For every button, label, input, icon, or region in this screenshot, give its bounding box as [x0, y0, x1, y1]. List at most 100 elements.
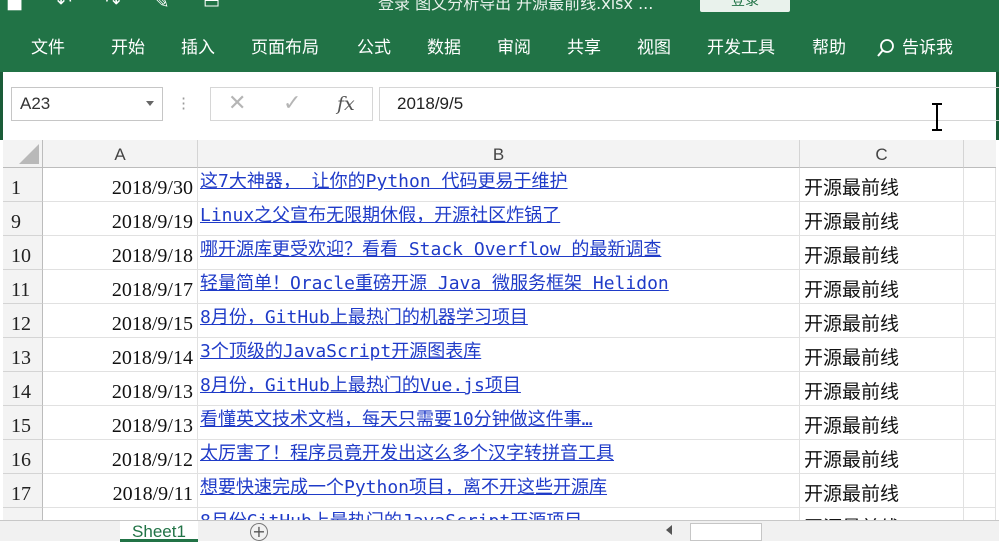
source-cell[interactable]: 开源最前线	[800, 508, 964, 520]
title-link-cell[interactable]: 太厉害了！程序员竟开发出这么多个汉字转拼音工具	[198, 440, 800, 474]
title-link-cell[interactable]: 8月份，GitHub上最热门的Vue.js项目	[198, 372, 800, 406]
row-header[interactable]: 14	[3, 372, 43, 406]
formula-input[interactable]: 2018/9/5	[379, 87, 999, 121]
title-link-cell[interactable]: 看懂英文技术文档，每天只需要10分钟做这件事…	[198, 406, 800, 440]
title-link-cell[interactable]: Linux之父宣布无限期休假，开源社区炸锅了	[198, 202, 800, 236]
tab-review[interactable]: 审阅	[493, 18, 535, 72]
row-header[interactable]: 9	[3, 202, 43, 236]
empty-cell[interactable]	[964, 202, 996, 236]
title-bar: ■ ↶ ↷ ✎ ▭ 登录 图文分析导出 开源最前线.xlsx ... 登录	[0, 0, 999, 18]
source-cell[interactable]: 开源最前线	[800, 440, 964, 474]
title-link-cell[interactable]: 想要快速完成一个Python项目，离不开这些开源库	[198, 474, 800, 508]
source-cell[interactable]: 开源最前线	[800, 270, 964, 304]
row-header[interactable]: 10	[3, 236, 43, 270]
tab-developer[interactable]: 开发工具	[703, 18, 779, 72]
source-cell[interactable]: 开源最前线	[800, 338, 964, 372]
worksheet-grid[interactable]: A B C 1 2018/9/30 这7大神器， 让你的Python 代码更易于…	[3, 140, 996, 520]
tell-me-search[interactable]: 告诉我	[876, 18, 953, 72]
select-all-button[interactable]	[3, 140, 43, 168]
empty-cell[interactable]	[964, 168, 996, 202]
title-link-cell[interactable]: 这7大神器， 让你的Python 代码更易于维护	[198, 168, 800, 202]
empty-cell[interactable]	[964, 474, 996, 508]
source-cell[interactable]: 开源最前线	[800, 406, 964, 440]
tab-home[interactable]: 开始	[107, 18, 149, 72]
date-cell[interactable]: 2018/9/13	[43, 372, 198, 406]
date-cell[interactable]: 2018/9/18	[43, 236, 198, 270]
row-header[interactable]: 12	[3, 304, 43, 338]
date-cell[interactable]: 2018/9/17	[43, 270, 198, 304]
title-link-cell[interactable]: 8月份，GitHub上最热门的机器学习项目	[198, 304, 800, 338]
text-cursor-icon	[932, 103, 942, 131]
table-row: 15 2018/9/13 看懂英文技术文档，每天只需要10分钟做这件事… 开源最…	[3, 406, 996, 440]
table-row: 16 2018/9/12 太厉害了！程序员竟开发出这么多个汉字转拼音工具 开源最…	[3, 440, 996, 474]
date-cell[interactable]: 2018/9/10	[43, 508, 198, 520]
column-header-c[interactable]: C	[800, 140, 964, 168]
source-cell[interactable]: 开源最前线	[800, 372, 964, 406]
empty-cell[interactable]	[964, 236, 996, 270]
source-cell[interactable]: 开源最前线	[800, 304, 964, 338]
title-link-cell[interactable]: 8月份GitHub上最热门的JavaScript开源项目	[198, 508, 800, 520]
title-link-cell[interactable]: 哪开源库更受欢迎？看看 Stack Overflow 的最新调查	[198, 236, 800, 270]
quick-access-toolbar[interactable]: ■ ↶ ↷ ✎ ▭	[6, 0, 234, 13]
row-header[interactable]: 11	[3, 270, 43, 304]
column-header-a[interactable]: A	[43, 140, 198, 168]
tell-me-label: 告诉我	[902, 38, 953, 58]
empty-cell[interactable]	[964, 406, 996, 440]
tab-view[interactable]: 视图	[633, 18, 675, 72]
source-cell[interactable]: 开源最前线	[800, 236, 964, 270]
cancel-icon[interactable]: ✕	[228, 88, 246, 120]
column-header-b[interactable]: B	[198, 140, 800, 168]
tab-page-layout[interactable]: 页面布局	[247, 18, 323, 72]
chevron-down-icon[interactable]	[146, 101, 154, 106]
row-header[interactable]: 18	[3, 508, 43, 520]
table-row: 12 2018/9/15 8月份，GitHub上最热门的机器学习项目 开源最前线	[3, 304, 996, 338]
table-row: 13 2018/9/14 3个顶级的JavaScript开源图表库 开源最前线	[3, 338, 996, 372]
enter-icon[interactable]: ✓	[283, 88, 301, 120]
source-cell[interactable]: 开源最前线	[800, 202, 964, 236]
tab-insert[interactable]: 插入	[177, 18, 219, 72]
empty-cell[interactable]	[964, 372, 996, 406]
tab-share[interactable]: 共享	[563, 18, 605, 72]
add-sheet-icon[interactable]: +	[250, 523, 268, 541]
tab-formulas[interactable]: 公式	[353, 18, 395, 72]
tab-data[interactable]: 数据	[423, 18, 465, 72]
date-cell[interactable]: 2018/9/13	[43, 406, 198, 440]
scroll-left-icon[interactable]	[666, 525, 672, 535]
horizontal-scrollbar[interactable]	[690, 523, 762, 541]
row-header[interactable]: 17	[3, 474, 43, 508]
sheet-tab-sheet1[interactable]: Sheet1	[120, 521, 198, 542]
date-cell[interactable]: 2018/9/19	[43, 202, 198, 236]
date-cell[interactable]: 2018/9/30	[43, 168, 198, 202]
table-row: 9 2018/9/19 Linux之父宣布无限期休假，开源社区炸锅了 开源最前线	[3, 202, 996, 236]
empty-cell[interactable]	[964, 270, 996, 304]
search-icon	[877, 39, 894, 57]
sheet-tab-bar: Sheet1 +	[0, 520, 999, 542]
row-header[interactable]: 16	[3, 440, 43, 474]
tab-file[interactable]: 文件	[27, 18, 69, 72]
name-box[interactable]: A23	[11, 87, 163, 121]
column-header-d[interactable]	[964, 140, 996, 168]
table-row: 18 2018/9/10 8月份GitHub上最热门的JavaScript开源项…	[3, 508, 996, 520]
empty-cell[interactable]	[964, 440, 996, 474]
drag-handle-icon[interactable]: · · ·	[181, 91, 186, 117]
row-header[interactable]: 1	[3, 168, 43, 202]
empty-cell[interactable]	[964, 338, 996, 372]
source-cell[interactable]: 开源最前线	[800, 474, 964, 508]
row-header[interactable]: 13	[3, 338, 43, 372]
date-cell[interactable]: 2018/9/12	[43, 440, 198, 474]
insert-function-button[interactable]: fx	[337, 88, 355, 120]
name-box-value: A23	[20, 94, 51, 113]
date-cell[interactable]: 2018/9/15	[43, 304, 198, 338]
title-link-cell[interactable]: 轻量简单！Oracle重磅开源 Java 微服务框架 Helidon	[198, 270, 800, 304]
source-cell[interactable]: 开源最前线	[800, 168, 964, 202]
title-link-cell[interactable]: 3个顶级的JavaScript开源图表库	[198, 338, 800, 372]
formula-bar: A23 · · · ✕ ✓ fx 2018/9/5	[0, 72, 999, 140]
date-cell[interactable]: 2018/9/11	[43, 474, 198, 508]
table-row: 10 2018/9/18 哪开源库更受欢迎？看看 Stack Overflow …	[3, 236, 996, 270]
empty-cell[interactable]	[964, 508, 996, 520]
login-button[interactable]: 登录	[700, 0, 790, 12]
date-cell[interactable]: 2018/9/14	[43, 338, 198, 372]
tab-help[interactable]: 帮助	[808, 18, 850, 72]
empty-cell[interactable]	[964, 304, 996, 338]
row-header[interactable]: 15	[3, 406, 43, 440]
